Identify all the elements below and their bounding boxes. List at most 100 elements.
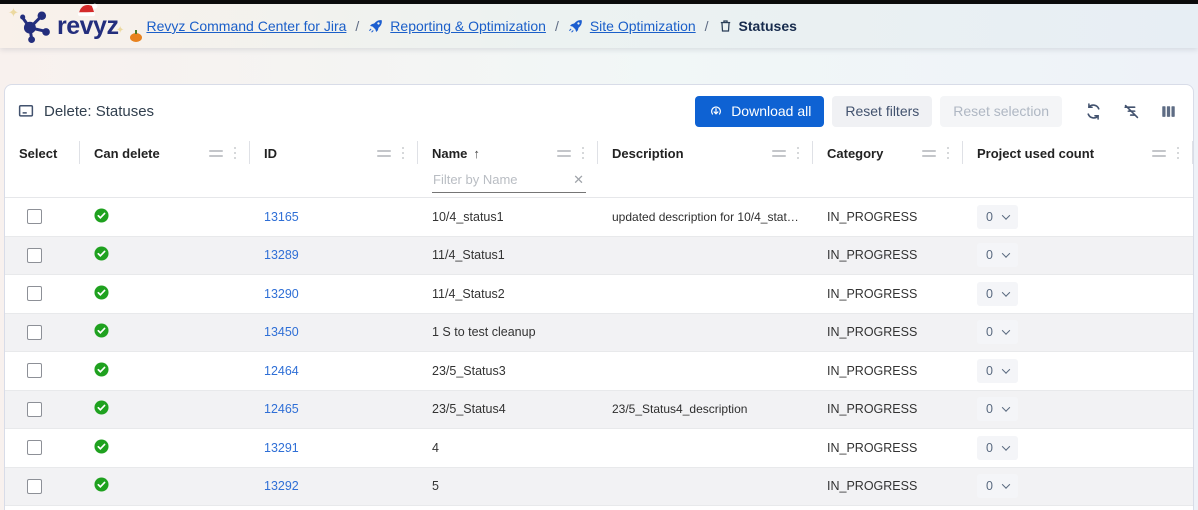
row-id-link[interactable]: 13289 bbox=[264, 248, 299, 262]
filter-menu-icon[interactable] bbox=[209, 150, 223, 157]
row-select-checkbox[interactable] bbox=[27, 479, 42, 494]
column-menu-icon[interactable] bbox=[402, 147, 405, 160]
breadcrumb-link-reporting-optimization[interactable]: Reporting & Optimization bbox=[390, 18, 546, 34]
chevron-down-icon bbox=[1002, 250, 1010, 258]
row-select-checkbox[interactable] bbox=[27, 363, 42, 378]
row-category: IN_PROGRESS bbox=[813, 402, 963, 416]
row-category: IN_PROGRESS bbox=[813, 364, 963, 378]
table-row: 13450 1 S to test cleanup IN_PROGRESS 0 bbox=[5, 314, 1193, 353]
can-delete-check-icon bbox=[94, 477, 109, 492]
row-id-link[interactable]: 13292 bbox=[264, 479, 299, 493]
rocket-icon bbox=[368, 18, 384, 34]
row-id-link[interactable]: 12465 bbox=[264, 402, 299, 416]
filter-menu-icon[interactable] bbox=[557, 150, 571, 157]
sort-asc-icon: ↑ bbox=[473, 146, 480, 161]
can-delete-check-icon bbox=[94, 285, 109, 300]
chevron-down-icon bbox=[1002, 404, 1010, 412]
project-used-count-dropdown[interactable]: 0 bbox=[977, 243, 1018, 267]
statuses-card: Delete: Statuses Download all Reset filt… bbox=[4, 84, 1194, 510]
pumpkin-decoration-icon bbox=[130, 33, 142, 42]
row-select-checkbox[interactable] bbox=[27, 286, 42, 301]
chevron-down-icon bbox=[1002, 481, 1010, 489]
table-row: 13292 5 IN_PROGRESS 0 bbox=[5, 468, 1193, 507]
breadcrumb-link-command-center[interactable]: Revyz Command Center for Jira bbox=[146, 18, 346, 34]
row-select-checkbox[interactable] bbox=[27, 440, 42, 455]
can-delete-check-icon bbox=[94, 246, 109, 261]
row-id-link[interactable]: 13291 bbox=[264, 441, 299, 455]
column-header-name[interactable]: Name ↑ bbox=[418, 139, 598, 167]
column-menu-icon[interactable] bbox=[582, 147, 585, 160]
breadcrumb-current-statuses: Statuses bbox=[739, 18, 797, 34]
row-select-checkbox[interactable] bbox=[27, 209, 42, 224]
row-category: IN_PROGRESS bbox=[813, 248, 963, 262]
row-select-checkbox[interactable] bbox=[27, 402, 42, 417]
page-body: Delete: Statuses Download all Reset filt… bbox=[0, 48, 1198, 510]
column-header-description[interactable]: Description bbox=[598, 139, 813, 167]
columns-icon[interactable] bbox=[1158, 101, 1179, 122]
card-title-text: Delete: Statuses bbox=[44, 103, 154, 120]
row-name: 23/5_Status3 bbox=[418, 364, 598, 378]
table-row: 12464 23/5_Status3 IN_PROGRESS 0 bbox=[5, 352, 1193, 391]
santa-hat-icon bbox=[76, 2, 100, 18]
refresh-icon[interactable] bbox=[1082, 100, 1105, 123]
column-menu-icon[interactable] bbox=[947, 147, 950, 160]
table-header-row: Select Can delete ID Name ↑ bbox=[5, 139, 1193, 167]
name-filter-box: ✕ bbox=[432, 172, 586, 193]
row-id-link[interactable]: 12464 bbox=[264, 364, 299, 378]
column-menu-icon[interactable] bbox=[1177, 147, 1180, 160]
project-used-count-dropdown[interactable]: 0 bbox=[977, 282, 1018, 306]
sparkle-decoration-icon: ✦ bbox=[8, 5, 19, 21]
project-used-count-dropdown[interactable]: 0 bbox=[977, 397, 1018, 421]
row-category: IN_PROGRESS bbox=[813, 287, 963, 301]
row-select-checkbox[interactable] bbox=[27, 248, 42, 263]
column-header-select: Select bbox=[5, 139, 80, 167]
trash-icon bbox=[718, 18, 733, 34]
name-filter-input[interactable] bbox=[433, 172, 558, 187]
chevron-down-icon bbox=[1002, 211, 1010, 219]
download-all-button[interactable]: Download all bbox=[695, 96, 824, 127]
table-row: 13291 4 IN_PROGRESS 0 bbox=[5, 429, 1193, 468]
project-used-count-dropdown[interactable]: 0 bbox=[977, 205, 1018, 229]
filter-menu-icon[interactable] bbox=[377, 150, 391, 157]
row-name: 11/4_Status2 bbox=[418, 287, 598, 301]
filter-menu-icon[interactable] bbox=[1152, 150, 1166, 157]
card-toolbar: Delete: Statuses Download all Reset filt… bbox=[5, 85, 1193, 137]
project-used-count-dropdown[interactable]: 0 bbox=[977, 474, 1018, 498]
can-delete-check-icon bbox=[94, 208, 109, 223]
filter-menu-icon[interactable] bbox=[772, 150, 786, 157]
clear-filter-icon[interactable]: ✕ bbox=[573, 173, 584, 186]
revyz-logo[interactable]: ✦ ✦ revyz bbox=[18, 9, 118, 43]
row-id-link[interactable]: 13450 bbox=[264, 325, 299, 339]
rocket-icon bbox=[568, 18, 584, 34]
download-icon bbox=[708, 103, 724, 119]
row-description: updated description for 10/4_status1 bbox=[598, 210, 813, 224]
table-row: 12465 23/5_Status4 23/5_Status4_descript… bbox=[5, 391, 1193, 430]
project-used-count-dropdown[interactable]: 0 bbox=[977, 436, 1018, 460]
can-delete-check-icon bbox=[94, 323, 109, 338]
toolbar-icon-group bbox=[1082, 100, 1179, 123]
row-name: 5 bbox=[418, 479, 598, 493]
project-used-count-dropdown[interactable]: 0 bbox=[977, 320, 1018, 344]
row-id-link[interactable]: 13165 bbox=[264, 210, 299, 224]
chevron-down-icon bbox=[1002, 288, 1010, 296]
column-header-category[interactable]: Category bbox=[813, 139, 963, 167]
column-header-can-delete[interactable]: Can delete bbox=[80, 139, 250, 167]
row-category: IN_PROGRESS bbox=[813, 210, 963, 224]
row-select-checkbox[interactable] bbox=[27, 325, 42, 340]
chevron-down-icon bbox=[1002, 327, 1010, 335]
reset-filters-button[interactable]: Reset filters bbox=[832, 96, 932, 127]
row-category: IN_PROGRESS bbox=[813, 479, 963, 493]
column-header-project-used-count[interactable]: Project used count bbox=[963, 139, 1193, 167]
chevron-down-icon bbox=[1002, 442, 1010, 450]
column-menu-icon[interactable] bbox=[234, 147, 237, 160]
filter-menu-icon[interactable] bbox=[922, 150, 936, 157]
column-menu-icon[interactable] bbox=[797, 147, 800, 160]
row-description: 23/5_Status4_description bbox=[598, 402, 813, 416]
table-body: 13165 10/4_status1 updated description f… bbox=[5, 197, 1193, 506]
project-used-count-dropdown[interactable]: 0 bbox=[977, 359, 1018, 383]
breadcrumb-link-site-optimization[interactable]: Site Optimization bbox=[590, 18, 696, 34]
row-id-link[interactable]: 13290 bbox=[264, 287, 299, 301]
app-header: ✦ ✦ revyz Revyz Command Center for Jira … bbox=[0, 4, 1198, 48]
column-header-id[interactable]: ID bbox=[250, 139, 418, 167]
filter-off-icon[interactable] bbox=[1120, 100, 1143, 123]
